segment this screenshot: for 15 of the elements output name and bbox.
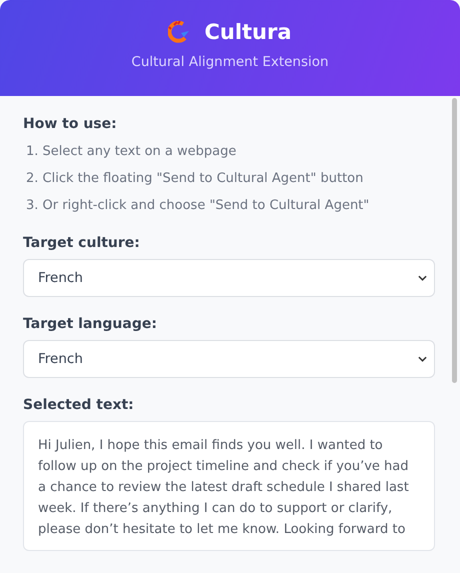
field-label: Selected text: <box>23 397 135 413</box>
section-heading: How to use: <box>23 116 118 132</box>
scrollbar-thumb[interactable] <box>452 98 457 383</box>
instruction-step: 1. Select any text on a webpage <box>26 138 236 165</box>
field-label: Target language: <box>23 316 158 332</box>
field-label: Target culture: <box>23 235 141 251</box>
instruction-step: 3. Or right-click and choose "Send to Cultural Agent" <box>26 192 370 219</box>
chevron-icon <box>418 275 427 281</box>
text-area[interactable]: Hi Julien, I hope this email finds you well. I wanted to follow up on the project timeline and check if you’ve had a chance to review the latest draft schedule I shared last week. If there’s anything I can do to support or clarify, please don’t hesitate to let me know. Looking forward to <box>23 421 435 551</box>
chevron-icon <box>418 356 427 362</box>
dropdown-field[interactable]: French <box>23 340 435 378</box>
app-subtitle: Cultural Alignment Extension <box>131 54 329 70</box>
dropdown-field[interactable]: French <box>23 259 435 297</box>
app-title: Cultura <box>204 20 292 44</box>
instruction-step: 2. Click the floating "Send to Cultural Agent" button <box>26 165 364 192</box>
